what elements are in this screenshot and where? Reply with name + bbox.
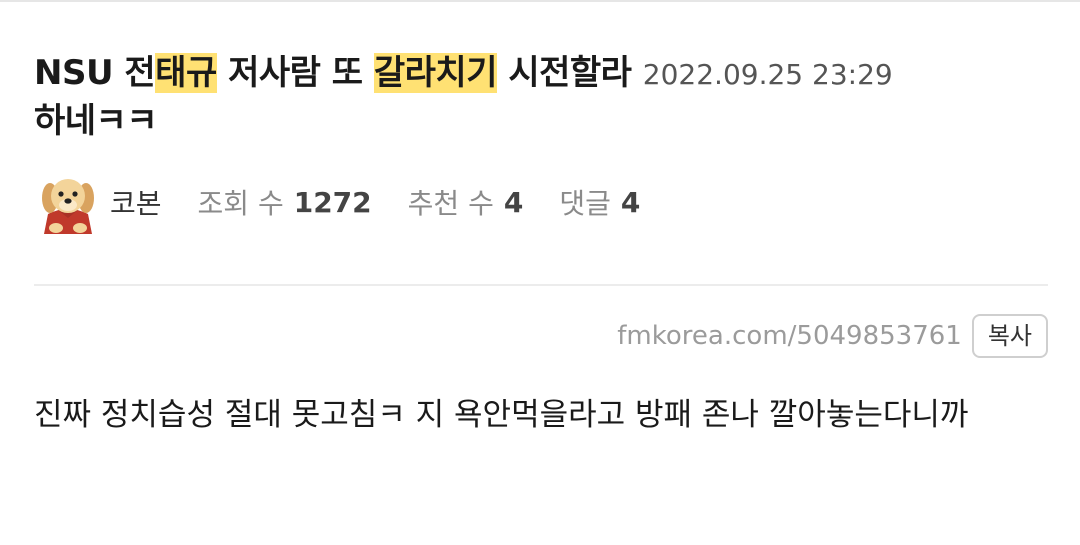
views-label: 조회 수 (197, 187, 284, 220)
comments-count: 4 (620, 185, 641, 219)
title-text: 저사람 또 (216, 53, 374, 93)
title-text: NSU 전 (34, 53, 156, 93)
title-text: 하네ㅋㅋ (34, 101, 158, 141)
title-text: 시전할라 (497, 53, 643, 93)
post-url[interactable]: fmkorea.com/5049853761 (617, 321, 962, 351)
title-highlight: 갈라치기 (373, 53, 498, 93)
recommend-count: 4 (503, 185, 524, 219)
top-border (0, 0, 1080, 2)
copy-url-button[interactable]: 복사 (971, 314, 1048, 358)
share-url-row: fmkorea.com/5049853761 복사 (617, 313, 1048, 359)
post-body: 진짜 정치습성 절대 못고침ㅋ 지 욕안먹을라고 방패 존나 깔아놓는다니까 (34, 397, 969, 433)
post-title: NSU 전태규 저사람 또 갈라치기 시전할라 2022.09.25 23:29… (34, 50, 1054, 144)
post-date: 2022.09.25 23:29 (642, 58, 893, 91)
author-name[interactable]: 코본 (110, 182, 162, 222)
post-meta: 코본 조회 수 1272 추천 수 4 댓글 4 (36, 170, 676, 234)
divider (34, 284, 1048, 286)
comments-label: 댓글 (559, 187, 611, 220)
puppy-avatar-icon[interactable] (36, 170, 100, 234)
title-highlight: 태규 (155, 53, 217, 93)
recommend-label: 추천 수 (407, 187, 494, 220)
views-count: 1272 (293, 185, 372, 219)
